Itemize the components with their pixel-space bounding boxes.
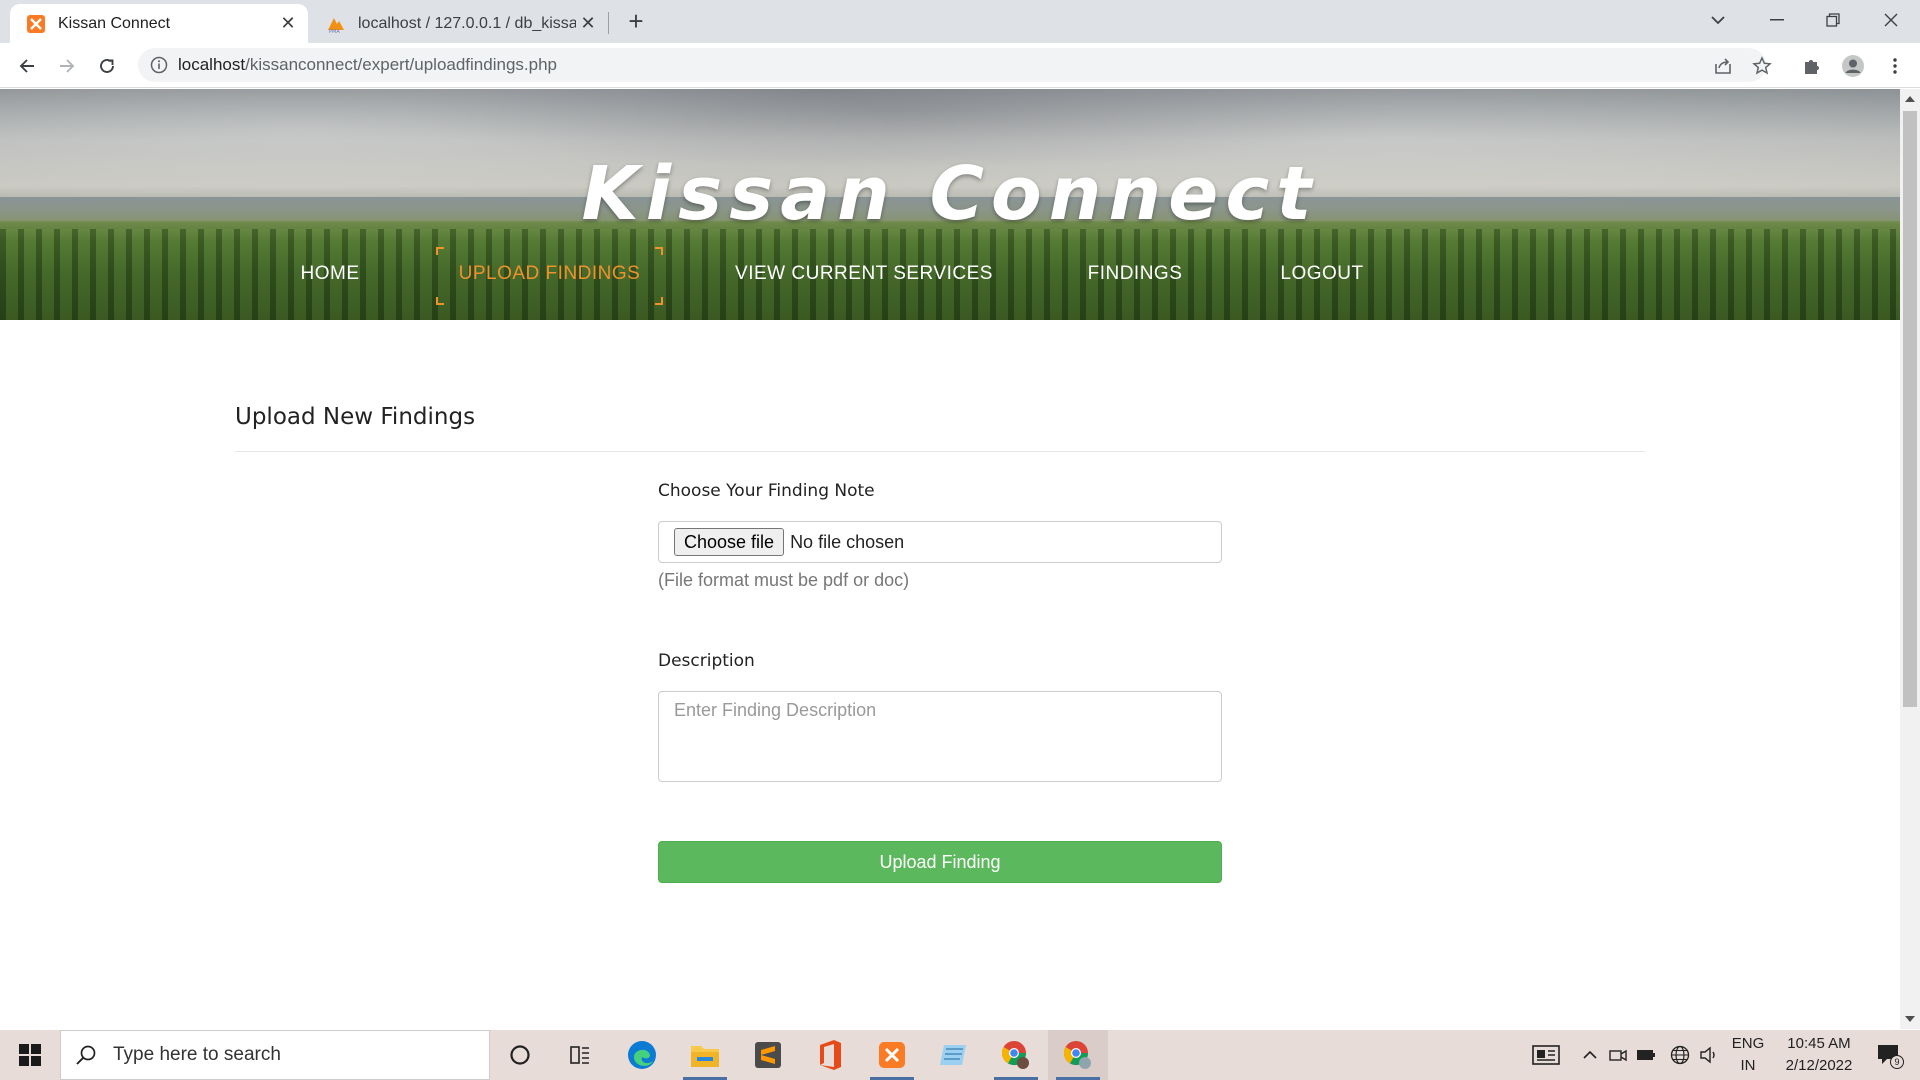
- tab-search-chevron-icon[interactable]: [1693, 4, 1743, 36]
- file-field-label: Choose Your Finding Note: [658, 481, 875, 501]
- active-corner-br: [655, 297, 663, 305]
- cortana-icon[interactable]: [490, 1030, 550, 1080]
- browser-toolbar: localhost/kissanconnect/expert/uploadfin…: [0, 43, 1920, 88]
- notepad-icon[interactable]: [924, 1030, 984, 1080]
- restore-icon[interactable]: [1808, 4, 1858, 36]
- site-title: Kissan Connect: [581, 151, 1319, 237]
- profile-avatar-icon[interactable]: [1840, 53, 1866, 79]
- news-widget-icon[interactable]: [1526, 1030, 1566, 1080]
- nav-view-current-services[interactable]: VIEW CURRENT SERVICES: [718, 239, 1010, 309]
- page-scrollbar[interactable]: [1900, 89, 1920, 1029]
- notification-center-icon[interactable]: 9: [1870, 1030, 1910, 1080]
- xampp-favicon-icon: [27, 14, 45, 33]
- edge-browser-icon[interactable]: [612, 1030, 672, 1080]
- minimize-icon[interactable]: [1752, 4, 1802, 36]
- address-bar[interactable]: localhost/kissanconnect/expert/uploadfin…: [138, 48, 1766, 82]
- upload-finding-button[interactable]: Upload Finding: [658, 841, 1222, 883]
- browser-tab-bar: Kissan Connect ✕ PMA localhost / 127.0.0…: [0, 0, 1920, 43]
- sublime-text-icon[interactable]: [738, 1030, 798, 1080]
- tab-kissan-connect[interactable]: Kissan Connect ✕: [10, 4, 308, 43]
- meet-camera-icon[interactable]: [1606, 1030, 1630, 1080]
- active-corner-tl: [436, 247, 444, 255]
- notification-count: 9: [1894, 1057, 1899, 1067]
- volume-icon[interactable]: [1696, 1030, 1722, 1080]
- new-tab-icon[interactable]: +: [622, 8, 650, 36]
- nav-upload-findings-label: UPLOAD FINDINGS: [458, 263, 641, 284]
- description-textarea[interactable]: [658, 691, 1222, 782]
- chrome-profile-icon[interactable]: [986, 1030, 1046, 1080]
- nav-upload-findings[interactable]: UPLOAD FINDINGS: [436, 239, 663, 309]
- file-explorer-icon[interactable]: [675, 1030, 735, 1080]
- bookmark-star-icon[interactable]: [1749, 53, 1775, 79]
- chrome-active-icon[interactable]: [1048, 1030, 1108, 1080]
- file-upload-input[interactable]: Choose file No file chosen: [658, 521, 1222, 563]
- windows-start-icon[interactable]: [0, 1030, 60, 1080]
- tab-separator: [608, 12, 609, 34]
- globe-network-icon[interactable]: [1668, 1030, 1692, 1080]
- tray-chevron-up-icon[interactable]: [1578, 1030, 1602, 1080]
- close-window-icon[interactable]: [1866, 4, 1916, 36]
- scroll-up-arrow-icon[interactable]: [1905, 96, 1915, 102]
- xampp-icon[interactable]: [862, 1030, 922, 1080]
- tab-title: localhost / 127.0.0.1 / db_kissanc: [358, 14, 576, 32]
- office-icon[interactable]: [800, 1030, 860, 1080]
- task-view-icon[interactable]: [550, 1030, 610, 1080]
- browser-menu-icon[interactable]: [1882, 53, 1908, 79]
- tab-title: Kissan Connect: [58, 14, 171, 32]
- active-corner-tr: [655, 247, 663, 255]
- forward-arrow-icon[interactable]: [52, 51, 82, 81]
- share-icon[interactable]: [1710, 53, 1736, 79]
- nav-logout[interactable]: LOGOUT: [1262, 239, 1382, 309]
- scroll-down-arrow-icon[interactable]: [1905, 1016, 1915, 1022]
- nav-findings[interactable]: FINDINGS: [1070, 239, 1200, 309]
- back-arrow-icon[interactable]: [12, 51, 42, 81]
- url-host: localhost: [178, 55, 246, 74]
- hero-banner: Kissan Connect HOME UPLOAD FINDINGS VIEW…: [0, 89, 1900, 320]
- clock[interactable]: 10:45 AM 2/12/2022: [1772, 1030, 1866, 1080]
- url-path: /kissanconnect/expert/uploadfindings.php: [245, 55, 557, 74]
- phpmyadmin-favicon-icon: PMA: [328, 17, 344, 34]
- close-tab-icon[interactable]: ✕: [576, 12, 600, 36]
- file-format-help: (File format must be pdf or doc): [658, 570, 910, 590]
- clock-date: 2/12/2022: [1785, 1057, 1853, 1074]
- file-status-text: No file chosen: [790, 531, 905, 552]
- search-icon: [76, 1045, 96, 1065]
- description-label: Description: [658, 651, 755, 671]
- language-indicator[interactable]: ENG IN: [1726, 1030, 1770, 1080]
- main-nav: HOME UPLOAD FINDINGS VIEW CURRENT SERVIC…: [0, 239, 1900, 309]
- windows-taskbar: Type here to search ENG IN 10:45 AM 2/12…: [0, 1030, 1920, 1080]
- heading-divider: [235, 451, 1645, 452]
- svg-text:PMA: PMA: [329, 29, 340, 34]
- reload-icon[interactable]: [92, 51, 122, 81]
- clock-time: 10:45 AM: [1787, 1035, 1851, 1052]
- choose-file-button[interactable]: Choose file: [674, 528, 785, 556]
- taskbar-search-box[interactable]: Type here to search: [60, 1030, 490, 1080]
- close-tab-icon[interactable]: ✕: [276, 12, 300, 36]
- battery-icon[interactable]: [1634, 1030, 1658, 1080]
- tab-phpmyadmin[interactable]: PMA localhost / 127.0.0.1 / db_kissanc ✕: [310, 4, 608, 43]
- page-title: Upload New Findings: [235, 404, 476, 430]
- extensions-puzzle-icon[interactable]: [1799, 53, 1825, 79]
- active-corner-bl: [436, 297, 444, 305]
- keyboard-region: IN: [1740, 1057, 1756, 1074]
- site-info-icon[interactable]: [150, 56, 168, 74]
- taskbar-search-placeholder: Type here to search: [113, 1044, 281, 1065]
- url-text: localhost/kissanconnect/expert/uploadfin…: [178, 55, 557, 75]
- page-viewport: Kissan Connect HOME UPLOAD FINDINGS VIEW…: [0, 89, 1900, 1029]
- scroll-thumb[interactable]: [1903, 111, 1917, 707]
- language-code: ENG: [1731, 1035, 1765, 1052]
- nav-home[interactable]: HOME: [280, 239, 380, 309]
